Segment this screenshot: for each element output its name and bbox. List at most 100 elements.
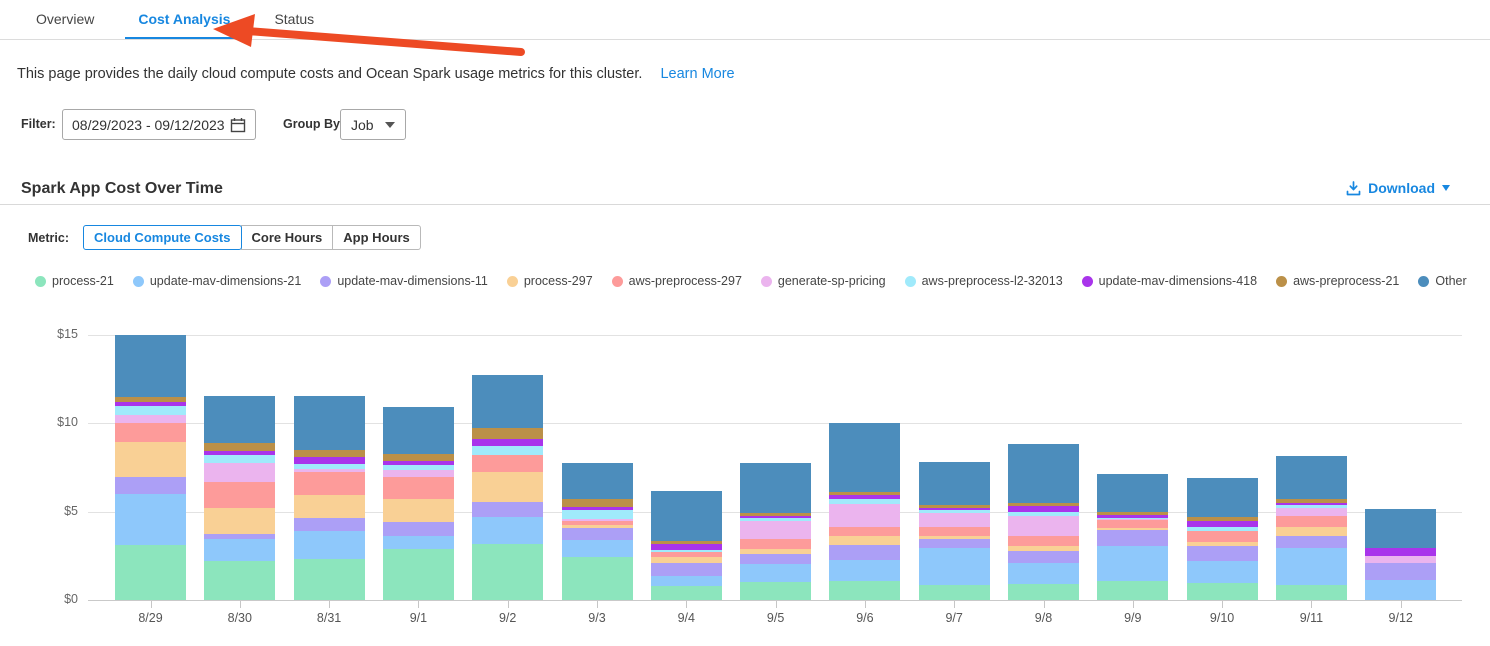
bar-segment-process-297[interactable] [294,495,365,518]
bar-segment-aws-preprocess-l2-32013[interactable] [204,455,275,463]
bar-segment-generate-sp-pricing[interactable] [115,415,186,424]
bar-segment-process-21[interactable] [651,586,722,600]
bar-segment-process-21[interactable] [740,582,811,600]
bar-segment-update-mav-dimensions-21[interactable] [1097,546,1168,581]
bar-segment-other[interactable] [919,462,990,506]
bar-segment-other[interactable] [383,407,454,454]
bar-segment-process-297[interactable] [204,508,275,534]
bar-segment-process-21[interactable] [919,585,990,600]
bar-segment-process-21[interactable] [829,581,900,600]
bar-9-1[interactable] [383,407,454,600]
bar-segment-update-mav-dimensions-11[interactable] [294,518,365,531]
bar-segment-other[interactable] [1097,474,1168,511]
bar-segment-update-mav-dimensions-11[interactable] [472,502,543,517]
bar-segment-update-mav-dimensions-418[interactable] [472,439,543,446]
bar-segment-update-mav-dimensions-11[interactable] [115,477,186,494]
bar-segment-other[interactable] [829,423,900,491]
bar-segment-generate-sp-pricing[interactable] [740,521,811,539]
bar-segment-aws-preprocess-297[interactable] [294,472,365,495]
bar-9-9[interactable] [1097,474,1168,600]
bar-segment-update-mav-dimensions-21[interactable] [1187,561,1258,583]
bar-segment-other[interactable] [1008,444,1079,503]
bar-segment-aws-preprocess-297[interactable] [472,455,543,472]
bar-segment-update-mav-dimensions-21[interactable] [1008,563,1079,584]
bar-segment-aws-preprocess-297[interactable] [115,423,186,442]
bar-segment-update-mav-dimensions-21[interactable] [115,494,186,545]
bar-segment-aws-preprocess-297[interactable] [919,527,990,536]
bar-segment-update-mav-dimensions-11[interactable] [383,522,454,536]
bar-segment-process-297[interactable] [383,499,454,522]
bar-segment-generate-sp-pricing[interactable] [919,513,990,527]
bar-9-8[interactable] [1008,444,1079,600]
bar-segment-aws-preprocess-21[interactable] [294,450,365,457]
bar-9-4[interactable] [651,491,722,600]
bar-segment-process-297[interactable] [472,472,543,503]
bar-segment-aws-preprocess-21[interactable] [383,454,454,461]
bar-segment-other[interactable] [562,463,633,499]
bar-segment-other[interactable] [1365,509,1436,548]
bar-segment-update-mav-dimensions-21[interactable] [740,564,811,583]
bar-segment-aws-preprocess-297[interactable] [1276,516,1347,527]
bar-9-7[interactable] [919,462,990,600]
bar-segment-update-mav-dimensions-11[interactable] [1276,536,1347,548]
bar-segment-process-21[interactable] [562,557,633,600]
bar-segment-generate-sp-pricing[interactable] [1365,556,1436,563]
bar-segment-generate-sp-pricing[interactable] [829,504,900,527]
bar-9-10[interactable] [1187,478,1258,600]
bar-segment-aws-preprocess-297[interactable] [1097,520,1168,528]
bar-segment-update-mav-dimensions-418[interactable] [294,457,365,464]
bar-8-29[interactable] [115,335,186,600]
bar-9-3[interactable] [562,463,633,600]
bar-segment-generate-sp-pricing[interactable] [1276,508,1347,516]
bar-segment-process-297[interactable] [1276,527,1347,536]
bar-segment-aws-preprocess-l2-32013[interactable] [115,406,186,415]
bar-9-2[interactable] [472,374,543,600]
bar-segment-process-21[interactable] [472,544,543,600]
bar-segment-aws-preprocess-l2-32013[interactable] [472,446,543,455]
bar-segment-aws-preprocess-297[interactable] [204,482,275,508]
bar-segment-update-mav-dimensions-11[interactable] [1187,546,1258,561]
bar-segment-update-mav-dimensions-21[interactable] [472,517,543,544]
bar-segment-generate-sp-pricing[interactable] [1008,516,1079,536]
bar-segment-aws-preprocess-297[interactable] [383,477,454,499]
bar-segment-other[interactable] [204,396,275,444]
bar-segment-update-mav-dimensions-11[interactable] [651,563,722,575]
bar-segment-aws-preprocess-297[interactable] [740,539,811,549]
bar-segment-process-297[interactable] [115,442,186,477]
bar-9-11[interactable] [1276,456,1347,600]
bar-segment-aws-preprocess-297[interactable] [1187,531,1258,542]
bar-segment-process-297[interactable] [829,536,900,545]
bar-segment-aws-preprocess-297[interactable] [1008,536,1079,546]
bar-segment-update-mav-dimensions-21[interactable] [829,560,900,581]
bar-segment-update-mav-dimensions-11[interactable] [829,545,900,560]
bar-segment-other[interactable] [651,491,722,541]
bar-segment-generate-sp-pricing[interactable] [383,470,454,477]
bar-segment-process-21[interactable] [1276,585,1347,600]
bar-segment-other[interactable] [472,375,543,428]
bar-segment-aws-preprocess-21[interactable] [472,428,543,439]
bar-segment-process-21[interactable] [115,545,186,600]
bar-segment-update-mav-dimensions-11[interactable] [1365,563,1436,580]
bar-segment-update-mav-dimensions-11[interactable] [919,539,990,547]
bar-segment-other[interactable] [1276,456,1347,499]
bar-segment-update-mav-dimensions-21[interactable] [919,548,990,585]
metric-button-cloud-compute-costs[interactable]: Cloud Compute Costs [83,225,242,250]
bar-segment-process-21[interactable] [294,559,365,600]
bar-segment-process-21[interactable] [1187,583,1258,600]
bar-segment-update-mav-dimensions-418[interactable] [1365,548,1436,556]
bar-segment-aws-preprocess-21[interactable] [562,499,633,507]
bar-segment-other[interactable] [115,335,186,398]
bar-8-31[interactable] [294,396,365,600]
bar-segment-update-mav-dimensions-21[interactable] [204,539,275,561]
bar-segment-other[interactable] [294,396,365,450]
bar-segment-aws-preprocess-21[interactable] [204,443,275,451]
bar-9-6[interactable] [829,423,900,600]
bar-9-12[interactable] [1365,509,1436,600]
bar-segment-process-21[interactable] [1008,584,1079,600]
bar-segment-generate-sp-pricing[interactable] [204,463,275,482]
bar-segment-update-mav-dimensions-21[interactable] [651,576,722,586]
bar-segment-update-mav-dimensions-11[interactable] [1008,551,1079,563]
bar-segment-process-21[interactable] [383,549,454,600]
bar-segment-process-21[interactable] [1097,581,1168,600]
bar-segment-update-mav-dimensions-21[interactable] [562,540,633,557]
